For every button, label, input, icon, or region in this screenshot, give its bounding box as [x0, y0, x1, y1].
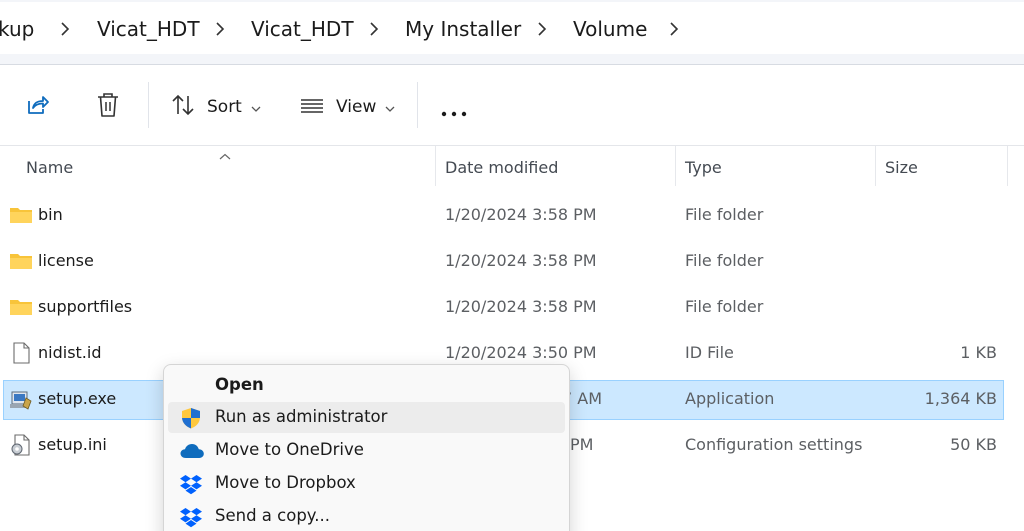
column-divider[interactable] — [675, 146, 676, 186]
file-type: Application — [685, 389, 775, 408]
file-name: bin — [38, 205, 63, 224]
breadcrumb-item-vicat-hdt-1[interactable]: Vicat_HDT — [97, 17, 200, 41]
chevron-right-icon[interactable] — [367, 19, 381, 39]
context-menu-move-to-dropbox[interactable]: Move to Dropbox — [168, 468, 565, 499]
column-divider[interactable] — [875, 146, 876, 186]
uac-shield-icon — [179, 406, 203, 430]
breadcrumb-item-my-installer[interactable]: My Installer — [405, 17, 521, 41]
folder-icon — [9, 203, 33, 227]
file-date-modified: 1/20/2024 3:58 PM — [445, 205, 597, 224]
column-headers: Name Date modified Type Size — [0, 146, 1024, 186]
file-name: nidist.id — [38, 343, 102, 362]
file-icon — [9, 341, 33, 365]
file-type: ID File — [685, 343, 734, 362]
menu-item-label: Move to OneDrive — [215, 440, 364, 459]
breadcrumb-item-backup[interactable]: kup — [0, 17, 34, 41]
installer-icon — [9, 387, 33, 411]
column-header-type[interactable]: Type — [685, 158, 722, 177]
sort-label: Sort — [207, 97, 242, 117]
more-options-button[interactable] — [441, 102, 467, 121]
chevron-right-icon[interactable] — [667, 19, 681, 39]
chevron-right-icon[interactable] — [58, 19, 72, 39]
column-header-name[interactable]: Name — [26, 158, 73, 177]
folder-icon — [9, 249, 33, 273]
toolbar-separator — [417, 82, 418, 128]
file-date-modified: 1/20/2024 3:58 PM — [445, 297, 597, 316]
context-menu-open[interactable]: Open — [168, 370, 565, 401]
share-button[interactable] — [24, 92, 50, 122]
menu-item-label: Send a copy... — [215, 506, 330, 525]
chevron-right-icon[interactable] — [535, 19, 549, 39]
file-date-modified: 1/20/2024 3:58 PM — [445, 251, 597, 270]
file-row-license[interactable]: license 1/20/2024 3:58 PM File folder — [0, 242, 1024, 286]
toolbar-separator — [148, 82, 149, 128]
chevron-down-icon — [251, 98, 261, 117]
column-divider[interactable] — [435, 146, 436, 186]
context-menu-move-to-onedrive[interactable]: Move to OneDrive — [168, 435, 565, 466]
breadcrumb[interactable]: kup Vicat_HDT Vicat_HDT My Installer Vol… — [0, 2, 1024, 54]
view-label: View — [336, 97, 377, 117]
file-size: 1,364 KB — [924, 389, 997, 408]
column-header-date-modified[interactable]: Date modified — [445, 158, 558, 177]
dropbox-icon — [179, 505, 203, 529]
file-name: setup.exe — [38, 389, 117, 408]
onedrive-icon — [179, 439, 204, 463]
file-row-supportfiles[interactable]: supportfiles 1/20/2024 3:58 PM File fold… — [0, 288, 1024, 332]
file-type: Configuration settings — [685, 435, 863, 454]
column-divider[interactable] — [1007, 146, 1008, 186]
menu-item-label: Run as administrator — [215, 407, 388, 426]
view-button[interactable]: View — [300, 93, 395, 121]
file-row-bin[interactable]: bin 1/20/2024 3:58 PM File folder — [0, 196, 1024, 240]
file-date-modified: PM — [570, 435, 594, 454]
menu-item-label: Move to Dropbox — [215, 473, 356, 492]
breadcrumb-item-vicat-hdt-2[interactable]: Vicat_HDT — [251, 17, 354, 41]
more-horizontal-icon — [441, 102, 467, 121]
file-name: license — [38, 251, 94, 270]
sort-button[interactable]: Sort — [171, 93, 261, 121]
file-name: supportfiles — [38, 297, 133, 316]
folder-icon — [9, 295, 33, 319]
file-size: 1 KB — [960, 343, 997, 362]
settings-file-icon — [9, 433, 33, 457]
column-header-size[interactable]: Size — [885, 158, 918, 177]
file-type: File folder — [685, 205, 764, 224]
dropbox-icon — [179, 472, 203, 496]
list-view-icon — [300, 93, 324, 121]
file-explorer-window: kup Vicat_HDT Vicat_HDT My Installer Vol… — [0, 0, 1024, 531]
file-name: setup.ini — [38, 435, 107, 454]
command-bar: Sort View — [0, 65, 1024, 145]
chevron-down-icon — [385, 98, 395, 117]
sort-icon — [171, 93, 195, 121]
file-size: 50 KB — [950, 435, 997, 454]
file-date-modified: 1/20/2024 3:50 PM — [445, 343, 597, 362]
chevron-right-icon[interactable] — [213, 19, 227, 39]
context-menu-send-a-copy[interactable]: Send a copy... — [168, 501, 565, 531]
trash-icon — [95, 91, 121, 123]
context-menu-run-as-administrator[interactable]: Run as administrator — [168, 402, 565, 433]
sort-ascending-icon — [219, 146, 231, 165]
file-type: File folder — [685, 251, 764, 270]
file-type: File folder — [685, 297, 764, 316]
delete-button[interactable] — [95, 91, 121, 123]
menu-item-label: Open — [215, 375, 264, 394]
share-icon — [24, 92, 50, 122]
context-menu: Open Run as administrator Move to OneDri… — [163, 364, 570, 531]
breadcrumb-item-volume[interactable]: Volume — [573, 17, 647, 41]
